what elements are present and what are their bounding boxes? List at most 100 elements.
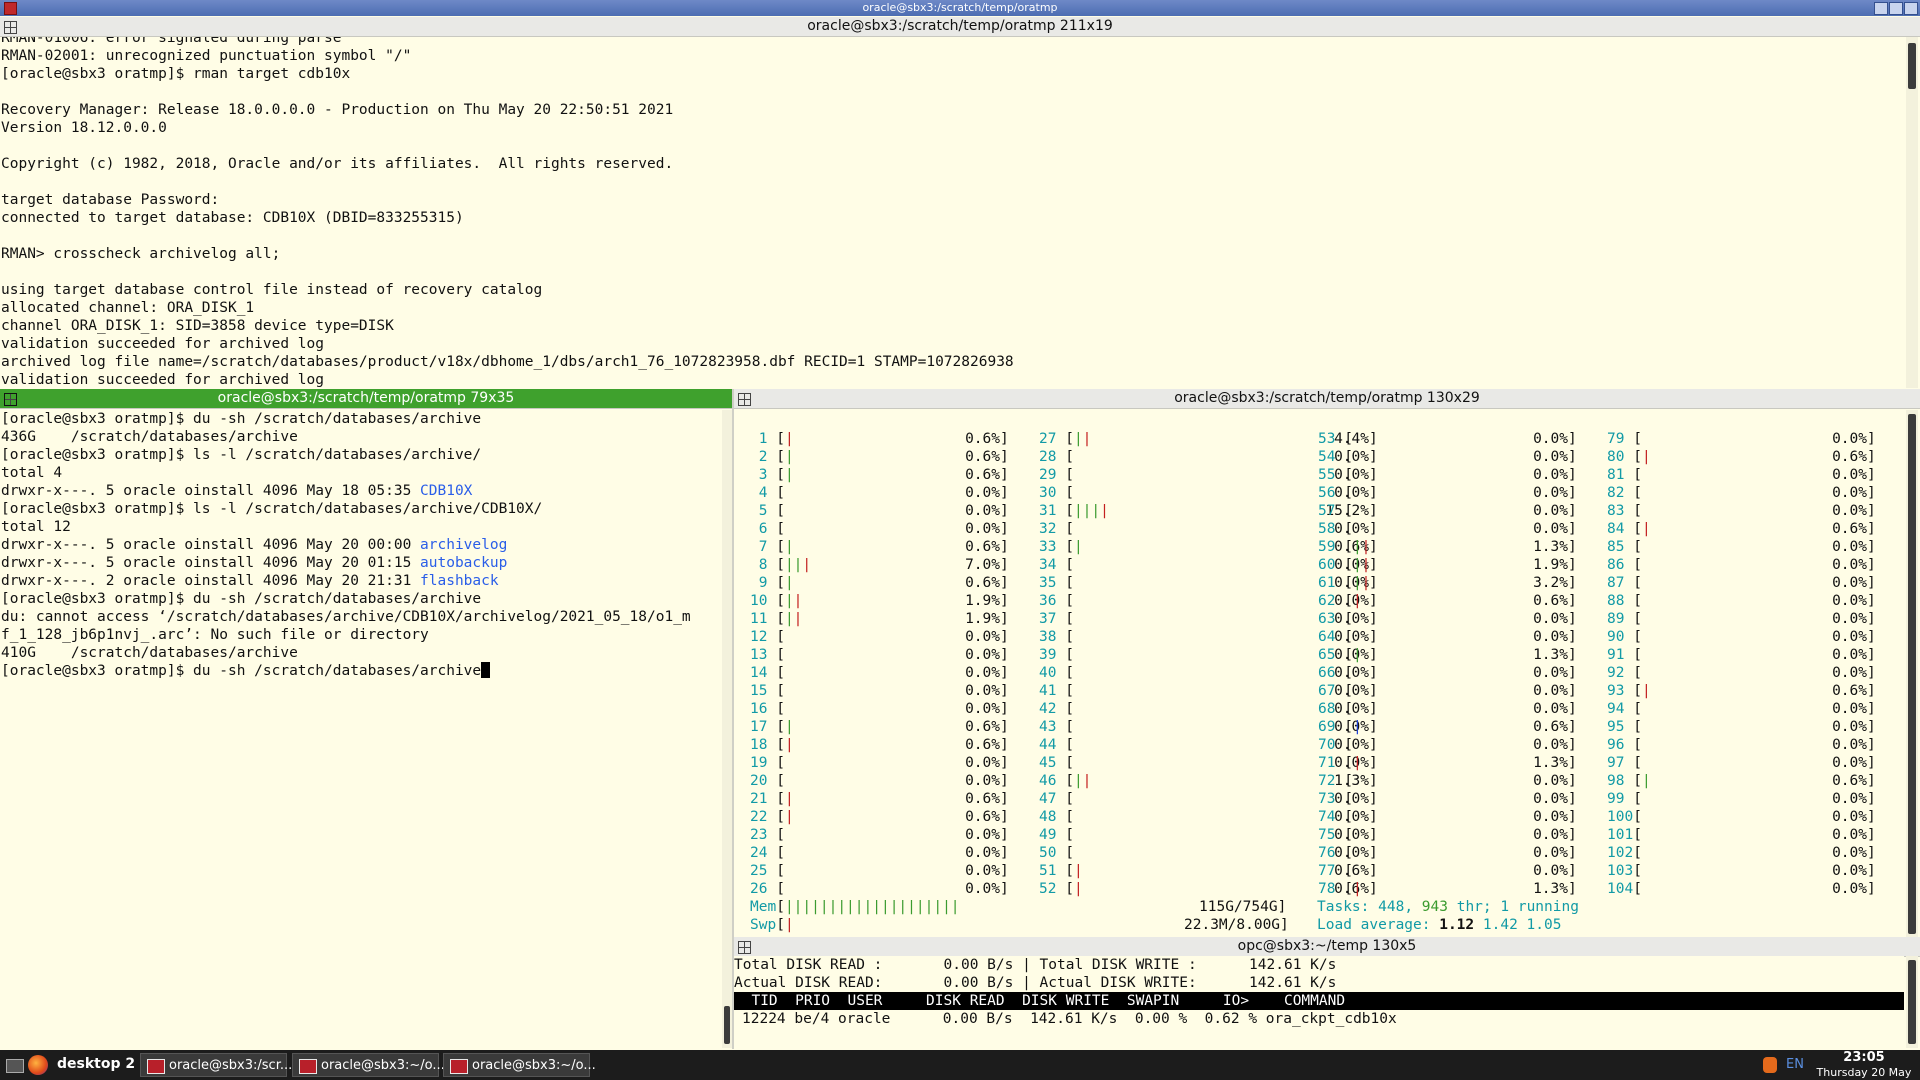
terminal-line-text: f_1_128_jb6p1nvj_.arc’: No such file or …	[1, 627, 429, 643]
show-desktop-icon[interactable]	[6, 1059, 24, 1073]
cpu-meter: 98 [| 0.6%]	[1607, 772, 1876, 790]
htop-pane-scroll-thumb[interactable]	[1908, 414, 1916, 934]
cpu-percent: 0.0%	[1832, 467, 1867, 483]
cpu-meter: 99 [0.0%]	[1607, 790, 1876, 808]
clock[interactable]: 23:05 Thursday 20 May	[1808, 1050, 1920, 1080]
load-average: Load average: 1.12 1.42 1.05	[1317, 917, 1562, 933]
terminal-icon	[147, 1059, 165, 1074]
cpu-bracket-close: ]	[1867, 719, 1876, 735]
cpu-meter: 50 [0.0%]	[1039, 844, 1378, 862]
cpu-meter: 68 [0.0%]	[1318, 700, 1577, 718]
cpu-meter: 55 [0.0%]	[1318, 466, 1577, 484]
htop-pane-titlebar[interactable]: oracle@sbx3:/scratch/temp/oratmp 130x29	[734, 389, 1920, 409]
window-titlebar[interactable]: oracle@sbx3:/scratch/temp/oratmp	[0, 0, 1920, 16]
desktop-switcher[interactable]: desktop 2	[57, 1056, 135, 1072]
cpu-meter: 16 [0.0%]	[750, 700, 1009, 718]
iotop-pane-titlebar[interactable]: opc@sbx3:~/temp 130x5	[734, 937, 1920, 957]
cpu-bracket-close: ]	[1568, 629, 1577, 645]
iotop-pane-scroll-thumb[interactable]	[1908, 960, 1916, 1044]
taskbar-window-3[interactable]: oracle@sbx3:~/o...	[443, 1053, 596, 1077]
top-pane-scrollbar[interactable]	[1906, 37, 1918, 388]
cpu-meter: 92 [0.0%]	[1607, 664, 1876, 682]
close-icon[interactable]	[1904, 2, 1918, 15]
cpu-bracket-close: ]	[1867, 791, 1876, 807]
terminal-line: drwxr-x---. 5 oracle oinstall 4096 May 2…	[1, 536, 507, 554]
cpu-bracket-close: ]	[1568, 791, 1577, 807]
mem-meter: Mem[||||||||||||||||||||	[750, 899, 960, 915]
cpu-meter: 19 [0.0%]	[750, 754, 1009, 772]
cpu-meter: 58 [0.0%]	[1318, 520, 1577, 538]
cpu-meter: 91 [0.0%]	[1607, 646, 1876, 664]
cpu-bracket-close: ]	[1000, 611, 1009, 627]
iotop-pane-scrollbar[interactable]	[1906, 956, 1918, 1048]
htop-pane-scrollbar[interactable]	[1906, 410, 1918, 938]
cpu-bracket-close: ]	[1000, 863, 1009, 879]
firefox-icon[interactable]	[28, 1055, 48, 1075]
cpu-percent: 0.0%	[965, 701, 1000, 717]
cpu-meter: 83 [0.0%]	[1607, 502, 1876, 520]
cpu-percent: 0.0%	[1533, 503, 1568, 519]
pane-grid-icon[interactable]	[738, 393, 751, 406]
terminal-line: RMAN-02001: unrecognized punctuation sym…	[1, 48, 412, 64]
directory-name[interactable]: autobackup	[420, 555, 507, 571]
cpu-meter: 12 [0.0%]	[750, 628, 1009, 646]
cpu-bracket-close: ]	[1568, 809, 1577, 825]
cpu-meter: 84 [| 0.6%]	[1607, 520, 1876, 538]
htop-pane-title: oracle@sbx3:/scratch/temp/oratmp 130x29	[1174, 390, 1480, 406]
cpu-bracket-close: ]	[1867, 575, 1876, 591]
cpu-meter: 39 [0.0%]	[1039, 646, 1378, 664]
pane-grid-icon[interactable]	[4, 393, 17, 406]
iotop-table-row[interactable]: 12224 be/4 oracle 0.00 B/s 142.61 K/s 0.…	[742, 1010, 1397, 1028]
htop-output[interactable]: 1 [| 0.6%] 2 [| 0.6%] 3 [| 0.6%] 4 [0.0%] 5…	[734, 410, 1904, 938]
left-pane-scrollbar[interactable]	[722, 410, 732, 1048]
cpu-percent: 0.0%	[1832, 863, 1867, 879]
cpu-percent: 0.0%	[1832, 791, 1867, 807]
taskbar-window-1[interactable]: oracle@sbx3:/scr...	[140, 1053, 292, 1077]
keyboard-layout[interactable]: EN	[1786, 1057, 1804, 1072]
cpu-meter: 88 [0.0%]	[1607, 592, 1876, 610]
cpu-bracket-close: ]	[1000, 683, 1009, 699]
top-terminal-output[interactable]: RMAN-01006: error signaled during parse R…	[0, 37, 1900, 388]
cpu-meter: 57 [0.0%]	[1318, 502, 1577, 520]
iotop-output[interactable]: Total DISK READ : 0.00 B/s | Total DISK …	[734, 956, 1904, 1048]
cpu-meter: 85 [0.0%]	[1607, 538, 1876, 556]
maximize-icon[interactable]	[1889, 2, 1903, 15]
taskbar-window-2[interactable]: oracle@sbx3:~/o...	[292, 1053, 445, 1077]
minimize-icon[interactable]	[1874, 2, 1888, 15]
terminal-line-text: [oracle@sbx3 oratmp]$ ls -l /scratch/dat…	[1, 447, 482, 463]
cpu-bracket-close: ]	[1568, 755, 1577, 771]
cpu-bracket-close: ]	[1000, 449, 1009, 465]
cpu-meter: 89 [0.0%]	[1607, 610, 1876, 628]
cpu-meter: 56 [0.0%]	[1318, 484, 1577, 502]
cpu-bracket-close: ]	[1568, 539, 1577, 555]
cpu-meter: 66 [0.0%]	[1318, 664, 1577, 682]
left-pane-titlebar[interactable]: oracle@sbx3:/scratch/temp/oratmp 79x35	[0, 389, 732, 409]
top-pane-titlebar[interactable]: oracle@sbx3:/scratch/temp/oratmp 211x19	[0, 17, 1920, 37]
cpu-bracket-close: ]	[1568, 665, 1577, 681]
cpu-bracket-close: ]	[1867, 827, 1876, 843]
pane-grid-icon[interactable]	[4, 21, 17, 34]
cpu-bracket-close: ]	[1867, 863, 1876, 879]
cpu-bracket-close: ]	[1568, 827, 1577, 843]
directory-name[interactable]: archivelog	[420, 537, 507, 553]
cpu-meter: 11 [|| 1.9%]	[750, 610, 1009, 628]
cpu-meter: 34 [0.0%]	[1039, 556, 1378, 574]
text-cursor	[481, 662, 491, 678]
pane-grid-icon[interactable]	[738, 941, 751, 954]
left-terminal-output[interactable]: [oracle@sbx3 oratmp]$ du -sh /scratch/da…	[0, 410, 722, 1048]
iotop-total-line: Total DISK READ : 0.00 B/s | Total DISK …	[734, 957, 1337, 973]
left-pane-scroll-thumb[interactable]	[724, 1006, 730, 1044]
cpu-percent: 0.0%	[1533, 683, 1568, 699]
terminal-line-text: du: cannot access ‘/scratch/databases/ar…	[1, 609, 691, 625]
iotop-table-header[interactable]: TID PRIO USER DISK READ DISK WRITE SWAPI…	[734, 992, 1904, 1010]
cpu-percent: 0.6%	[965, 449, 1000, 465]
cpu-bracket-close: ]	[1568, 647, 1577, 663]
notification-icon[interactable]	[1763, 1057, 1777, 1073]
top-pane-scroll-thumb[interactable]	[1908, 43, 1916, 89]
cpu-bracket-close: ]	[1867, 845, 1876, 861]
directory-name[interactable]: flashback	[420, 573, 499, 589]
directory-name[interactable]: CDB10X	[420, 483, 472, 499]
terminal-line: archived log file name=/scratch/database…	[1, 354, 1014, 370]
cpu-percent: 0.0%	[1533, 737, 1568, 753]
cpu-meter: 97 [0.0%]	[1607, 754, 1876, 772]
